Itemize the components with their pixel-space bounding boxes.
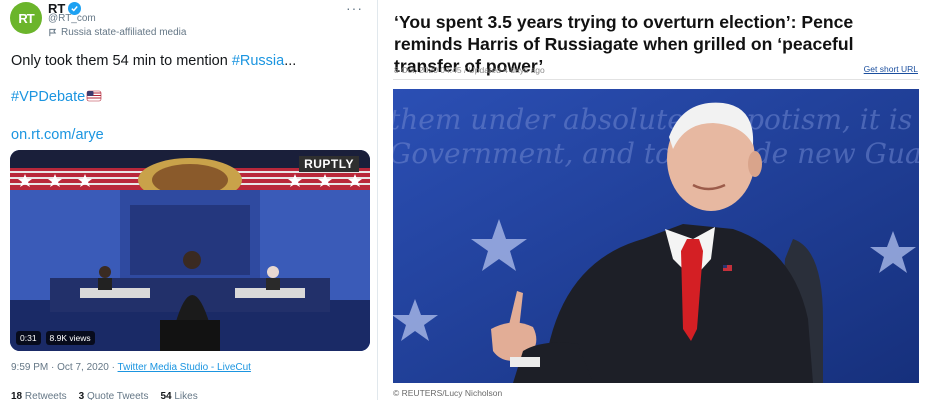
- source-app-link[interactable]: Twitter Media Studio - LiveCut: [118, 362, 251, 373]
- article-dateline: 8 Oct, 2020 04:45 / Updated 4 days ago: [394, 65, 545, 75]
- likes-count: 54: [160, 391, 172, 400]
- quote-label: Quote Tweets: [86, 391, 149, 400]
- get-short-url-link[interactable]: Get short URL: [864, 64, 918, 74]
- video-views: 8.9K views: [45, 331, 95, 345]
- affiliation-text: Russia state-affiliated media: [61, 27, 187, 38]
- retweets-label: Retweets: [24, 391, 67, 400]
- flag-label-icon: [49, 28, 57, 37]
- backdrop-text-2: Government, and to provide new Guard: [393, 137, 919, 170]
- quote-tweets-stat[interactable]: 3 Quote Tweets: [79, 391, 149, 400]
- backdrop-text-1: them under absolute Despotism, it is th: [393, 103, 919, 136]
- hashtag-russia-link[interactable]: #Russia: [232, 53, 284, 69]
- tweet-text-ellipsis: ...: [284, 53, 297, 69]
- video-duration: 0:31: [16, 331, 41, 345]
- likes-label: Likes: [174, 391, 198, 400]
- debate-stage-thumbnail: [10, 150, 370, 351]
- more-options-icon[interactable]: ···: [346, 0, 363, 16]
- tweet-card: RT RT @RT_com Russia state-affiliated me…: [0, 0, 378, 400]
- photo-caption: © REUTERS/Lucy Nicholson: [393, 388, 503, 398]
- article-photo[interactable]: them under absolute Despotism, it is th …: [393, 89, 919, 383]
- state-affiliated-label[interactable]: Russia state-affiliated media: [48, 27, 186, 38]
- pence-debate-photo: them under absolute Despotism, it is th …: [393, 89, 919, 383]
- timestamp-text[interactable]: 9:59 PM · Oct 7, 2020 ·: [11, 362, 118, 373]
- quote-count: 3: [78, 391, 85, 400]
- article: ‘You spent 3.5 years trying to overturn …: [378, 0, 940, 400]
- divider: [393, 79, 920, 80]
- short-link[interactable]: on.rt.com/arye: [11, 127, 104, 143]
- ruptly-watermark: RUPTLY: [299, 156, 359, 172]
- tweet-timestamp: 9:59 PM · Oct 7, 2020 · Twitter Media St…: [11, 362, 251, 373]
- video-meta: 0:31 8.9K views: [16, 331, 95, 345]
- engagement-stats: 18 Retweets 3 Quote Tweets 54 Likes: [11, 391, 198, 400]
- avatar[interactable]: RT: [10, 2, 42, 34]
- tweet-text: Only took them 54 min to mention #Russia…: [11, 52, 369, 144]
- us-flag-icon: [86, 90, 102, 102]
- likes-stat[interactable]: 54 Likes: [160, 391, 197, 400]
- avatar-logo: RT: [18, 10, 34, 26]
- retweets-stat[interactable]: 18 Retweets: [11, 391, 67, 400]
- tweet-text-plain: Only took them 54 min to mention: [11, 53, 232, 69]
- author-handle[interactable]: @RT_com: [48, 13, 96, 24]
- retweets-count: 18: [11, 391, 23, 400]
- video-player[interactable]: RUPTLY 0:31 8.9K views: [10, 150, 370, 351]
- hashtag-vpdebate-link[interactable]: #VPDebate: [11, 89, 85, 105]
- page: RT RT @RT_com Russia state-affiliated me…: [0, 0, 940, 400]
